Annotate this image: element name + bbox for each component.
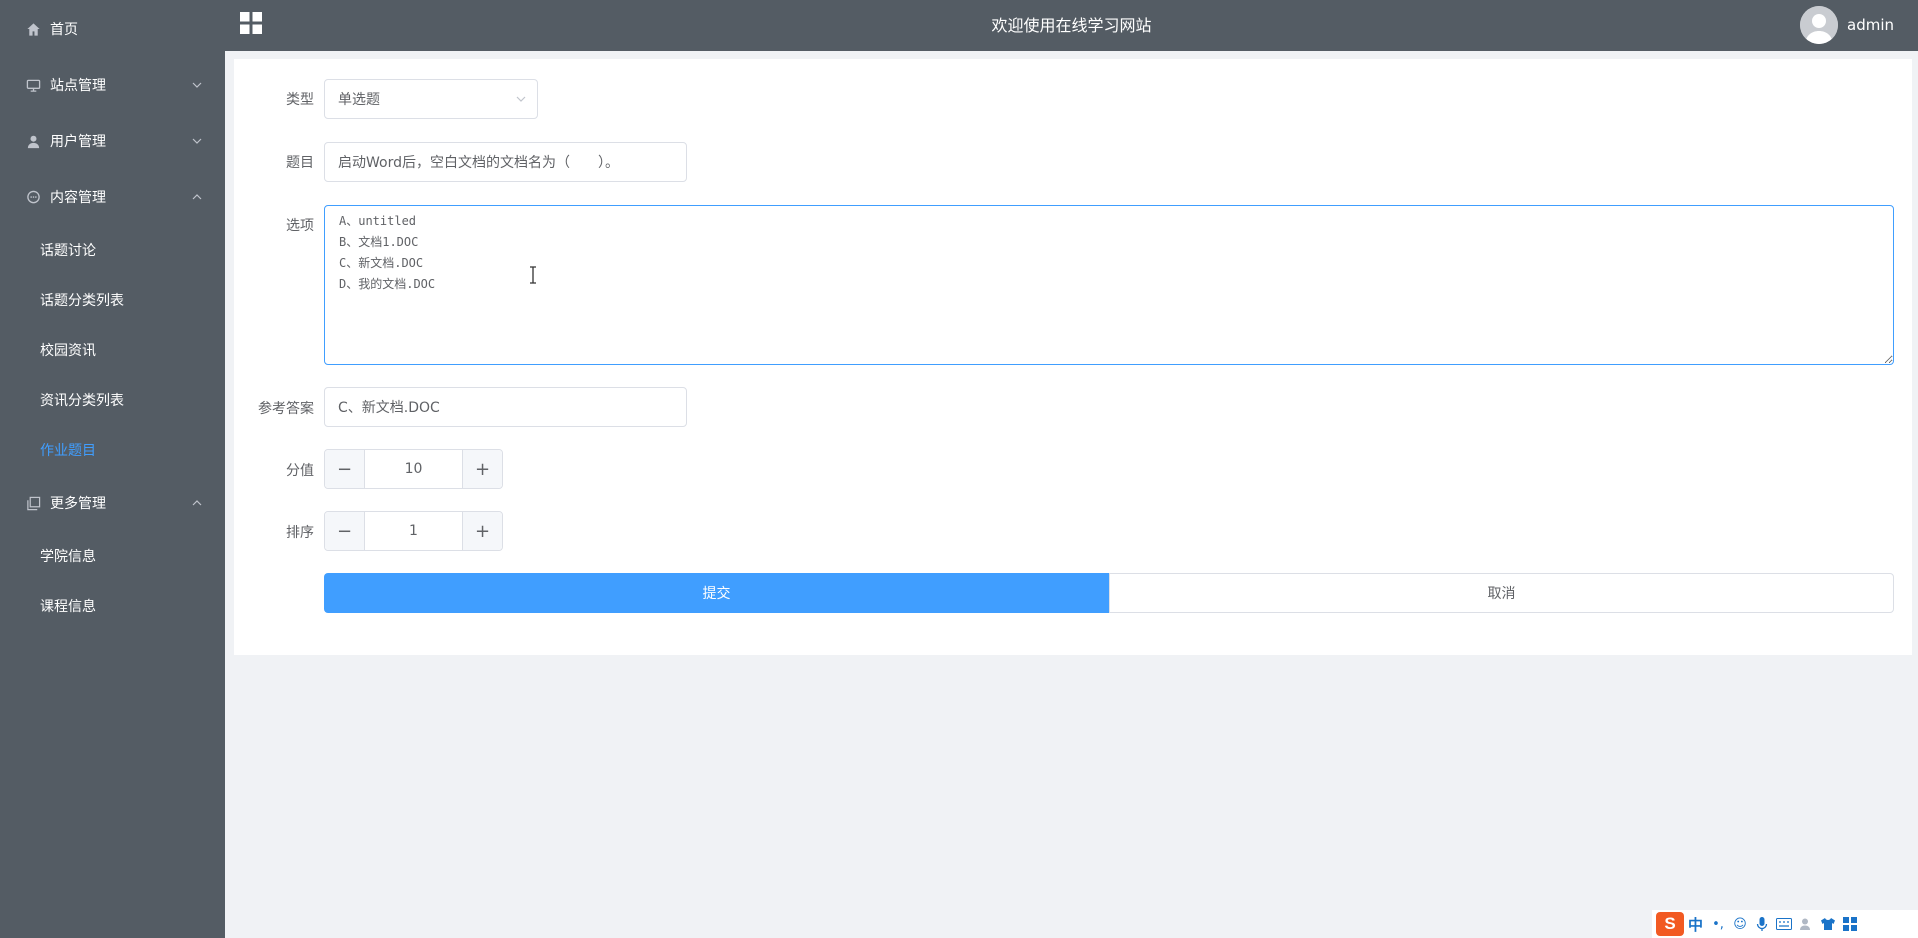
sidebar-item-label: 站点管理 [50,78,106,94]
text-cursor-icon [530,266,536,284]
shirt-icon[interactable] [1819,915,1837,933]
order-increment-button[interactable]: + [462,512,502,550]
sidebar-item-label: 首页 [50,22,78,38]
sidebar-subitem-news[interactable]: 校园资讯 [0,325,225,375]
avatar [1800,6,1838,44]
submit-button[interactable]: 提交 [324,573,1109,613]
chat-icon [24,188,42,206]
type-label: 类型 [286,92,314,108]
score-stepper[interactable]: − 10 + [324,449,503,489]
sogou-logo-icon[interactable]: S [1656,912,1684,936]
score-decrement-button[interactable]: − [325,450,365,488]
keyboard-icon[interactable] [1775,915,1793,933]
ime-toolbar[interactable]: S 中 •, ☺ [1652,910,1918,938]
edit-form-card: 类型 单选题 题目 启动Word后，空白文档的文档名为（ ）。 选项 参考答案 … [234,59,1912,655]
user-menu[interactable]: admin [1800,5,1894,45]
order-stepper[interactable]: − 1 + [324,511,503,551]
score-increment-button[interactable]: + [462,450,502,488]
chevron-up-icon [192,194,202,200]
sidebar-item-site[interactable]: 站点管理 [0,57,225,113]
punctuation-icon[interactable]: •, [1709,915,1727,933]
sidebar-item-user[interactable]: 用户管理 [0,113,225,169]
score-value[interactable]: 10 [365,450,462,488]
options-label: 选项 [286,218,314,234]
cancel-button[interactable]: 取消 [1109,573,1894,613]
home-icon [24,20,42,38]
sidebar-item-label: 内容管理 [50,190,106,206]
sidebar-subitem-college[interactable]: 学院信息 [0,531,225,581]
copy-icon [24,494,42,512]
chevron-down-icon [192,138,202,144]
order-value[interactable]: 1 [365,512,462,550]
sidebar-item-content[interactable]: 内容管理 [0,169,225,225]
user-icon [24,132,42,150]
mic-icon[interactable] [1753,915,1771,933]
sidebar-subitem-topic-categories[interactable]: 话题分类列表 [0,275,225,325]
grid-icon[interactable] [1841,915,1859,933]
sidebar-item-more[interactable]: 更多管理 [0,475,225,531]
chevron-down-icon [192,82,202,88]
type-select[interactable]: 单选题 [324,79,538,119]
user-icon[interactable] [1797,915,1815,933]
sidebar-subitem-topics[interactable]: 话题讨论 [0,225,225,275]
sidebar-item-home[interactable]: 首页 [0,1,225,57]
username: admin [1847,16,1894,34]
ime-mode[interactable]: 中 [1688,914,1703,935]
question-input[interactable]: 启动Word后，空白文档的文档名为（ ）。 [324,142,687,182]
emoji-icon[interactable]: ☺ [1731,915,1749,933]
order-decrement-button[interactable]: − [325,512,365,550]
sidebar-item-label: 更多管理 [50,496,106,512]
sidebar: 首页 站点管理 用户管理 内容管理 话题讨论 话题分类列表 校园资讯 资讯分类列… [0,0,225,938]
chevron-down-icon [516,96,526,102]
question-label: 题目 [286,155,314,171]
monitor-icon [24,76,42,94]
answer-input[interactable]: C、新文档.DOC [324,387,687,427]
sidebar-subitem-course[interactable]: 课程信息 [0,581,225,631]
grid-menu-icon[interactable] [240,12,262,34]
answer-label: 参考答案 [258,401,314,417]
score-label: 分值 [286,463,314,479]
top-header: 欢迎使用在线学习网站 admin [225,0,1918,51]
page-title: 欢迎使用在线学习网站 [991,16,1152,35]
options-textarea[interactable] [324,205,1894,365]
order-label: 排序 [286,525,314,541]
chevron-up-icon [192,500,202,506]
sidebar-item-label: 用户管理 [50,134,106,150]
sidebar-subitem-news-categories[interactable]: 资讯分类列表 [0,375,225,425]
sidebar-subitem-homework[interactable]: 作业题目 [0,425,225,475]
